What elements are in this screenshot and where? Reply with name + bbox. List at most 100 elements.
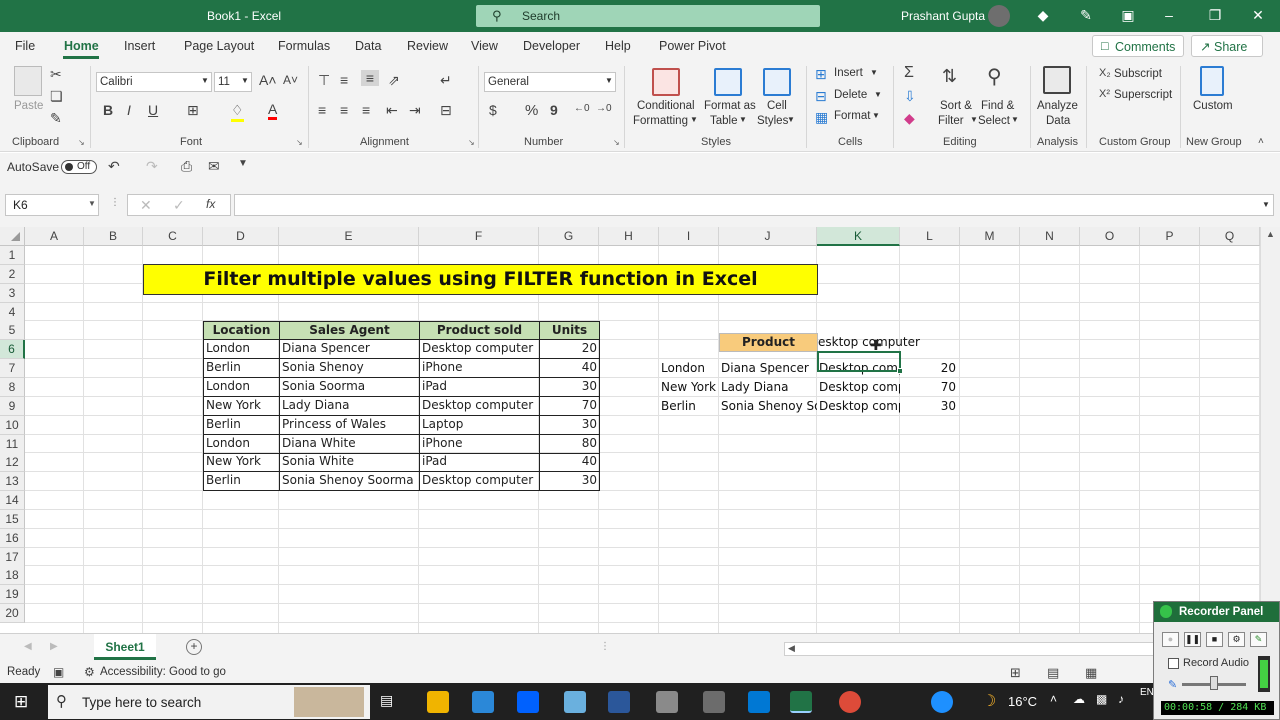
table-cell[interactable]: London: [203, 434, 280, 454]
row-header-16[interactable]: 16: [0, 528, 25, 548]
filter-result-cell[interactable]: 20: [900, 359, 958, 378]
row-header-13[interactable]: 13: [0, 472, 25, 492]
table-cell[interactable]: London: [203, 377, 280, 397]
tab-file[interactable]: File: [15, 39, 35, 53]
volume-slider-thumb[interactable]: [1210, 676, 1218, 690]
insert-cells-button[interactable]: Insert: [834, 67, 863, 79]
custom-button[interactable]: Custom: [1193, 100, 1233, 112]
scroll-up-icon[interactable]: ▲: [1266, 229, 1275, 239]
orientation-icon[interactable]: ⇗: [388, 72, 400, 89]
filter-result-cell[interactable]: Desktop comp: [817, 397, 900, 416]
table-cell[interactable]: Sonia White: [279, 453, 420, 473]
tab-view[interactable]: View: [471, 39, 498, 53]
collapse-ribbon-icon[interactable]: ˄: [1258, 136, 1264, 147]
add-sheet-icon[interactable]: +: [186, 639, 202, 655]
next-sheet-icon[interactable]: ▶: [50, 641, 58, 652]
table-cell[interactable]: New York: [203, 453, 280, 473]
number-format-select[interactable]: General ▼: [484, 72, 616, 92]
superscript-icon[interactable]: X²: [1099, 88, 1110, 100]
table-cell[interactable]: Berlin: [203, 472, 280, 492]
column-header-f[interactable]: F: [419, 227, 539, 246]
column-header-g[interactable]: G: [539, 227, 599, 246]
conditional-formatting-button[interactable]: Conditional: [637, 100, 695, 112]
customize-qat-icon[interactable]: ▼: [238, 158, 248, 169]
underline-button[interactable]: U: [148, 102, 158, 118]
row-header-4[interactable]: 4: [0, 302, 25, 322]
record-button[interactable]: ●: [1162, 632, 1179, 647]
pause-button[interactable]: ❚❚: [1184, 632, 1201, 647]
accessibility-icon[interactable]: ⚙: [84, 665, 95, 679]
help-icon[interactable]: [931, 691, 953, 713]
analyze-data-button[interactable]: Analyze: [1037, 100, 1078, 112]
font-name-select[interactable]: Calibri ▼: [96, 72, 212, 92]
restore-icon[interactable]: ❐: [1205, 7, 1225, 24]
dropbox-icon[interactable]: [517, 691, 539, 713]
user-name[interactable]: Prashant Gupta: [901, 9, 985, 23]
delete-cells-icon[interactable]: ⊟: [815, 88, 827, 105]
sheet-title-banner[interactable]: Filter multiple values using FILTER func…: [143, 264, 818, 295]
row-header-7[interactable]: 7: [0, 359, 25, 379]
font-color-button[interactable]: A: [268, 101, 278, 120]
fill-icon[interactable]: ⇩: [904, 88, 916, 105]
file-explorer-icon[interactable]: [427, 691, 449, 713]
table-cell[interactable]: iPhone: [419, 359, 540, 379]
row-header-12[interactable]: 12: [0, 453, 25, 473]
bold-button[interactable]: B: [103, 102, 113, 118]
avatar[interactable]: [988, 5, 1010, 27]
record-audio-checkbox[interactable]: [1168, 658, 1179, 669]
analyze-data-icon[interactable]: [1043, 66, 1071, 94]
prev-sheet-icon[interactable]: ◀: [24, 641, 32, 652]
share-button[interactable]: ↗ Share: [1191, 35, 1263, 57]
print-preview-icon[interactable]: ⎙: [181, 158, 192, 175]
table-cell[interactable]: 20: [539, 340, 600, 360]
filter-result-cell[interactable]: Sonia Shenoy So: [719, 397, 817, 416]
tab-data[interactable]: Data: [355, 39, 381, 53]
find-select-icon[interactable]: ⚲: [987, 64, 1002, 89]
percent-button[interactable]: %: [525, 102, 538, 119]
email-icon[interactable]: ✉: [208, 158, 220, 175]
row-header-2[interactable]: 2: [0, 264, 25, 284]
filter-result-cell[interactable]: Berlin: [659, 397, 719, 416]
chevron-up-icon[interactable]: ˄: [1050, 692, 1057, 706]
row-header-14[interactable]: 14: [0, 491, 25, 511]
settings-button[interactable]: ⚙: [1228, 632, 1245, 647]
vertical-scrollbar[interactable]: ▲: [1260, 227, 1280, 633]
row-header-3[interactable]: 3: [0, 283, 25, 303]
filter-result-cell[interactable]: Diana Spencer: [719, 359, 817, 378]
table-header-cell[interactable]: Sales Agent: [279, 321, 420, 341]
task-view-icon[interactable]: ▤: [380, 692, 393, 709]
search-box[interactable]: ⚲ Search: [476, 5, 820, 27]
row-header-15[interactable]: 15: [0, 509, 25, 529]
align-left-icon[interactable]: ≡: [318, 102, 326, 118]
macro-record-icon[interactable]: ▣: [53, 665, 64, 679]
table-cell[interactable]: 30: [539, 377, 600, 397]
column-header-m[interactable]: M: [960, 227, 1020, 246]
copy-icon[interactable]: ❏: [50, 88, 63, 105]
name-box[interactable]: K6 ▼: [5, 194, 99, 216]
sort-filter-button[interactable]: Sort &: [940, 100, 972, 112]
autosave-toggle[interactable]: Off: [61, 160, 97, 174]
table-header-cell[interactable]: Product sold: [419, 321, 540, 341]
fill-handle[interactable]: [897, 368, 903, 374]
paste-icon[interactable]: [14, 66, 42, 96]
app-icon[interactable]: [703, 691, 725, 713]
filter-result-cell[interactable]: 30: [900, 397, 958, 416]
insert-function-button[interactable]: fx: [206, 197, 215, 211]
column-header-h[interactable]: H: [599, 227, 659, 246]
table-cell[interactable]: 80: [539, 434, 600, 454]
increase-decimal-icon[interactable]: ←0: [574, 103, 590, 114]
ribbon-display-icon[interactable]: ▣: [1118, 7, 1138, 24]
column-header-p[interactable]: P: [1140, 227, 1200, 246]
top-align-icon[interactable]: ⊤: [318, 72, 330, 89]
network-icon[interactable]: ▩: [1096, 692, 1107, 706]
column-header-e[interactable]: E: [279, 227, 419, 246]
language-indicator[interactable]: EN: [1140, 687, 1154, 698]
column-header-n[interactable]: N: [1020, 227, 1080, 246]
shrink-font-icon[interactable]: A˅: [283, 73, 298, 87]
clear-icon[interactable]: ◆: [904, 110, 915, 127]
table-cell[interactable]: London: [203, 340, 280, 360]
format-as-table-icon[interactable]: [714, 68, 742, 96]
fill-color-icon[interactable]: ♢: [231, 102, 244, 122]
middle-align-icon[interactable]: ≡: [340, 72, 348, 88]
column-header-i[interactable]: I: [659, 227, 719, 246]
